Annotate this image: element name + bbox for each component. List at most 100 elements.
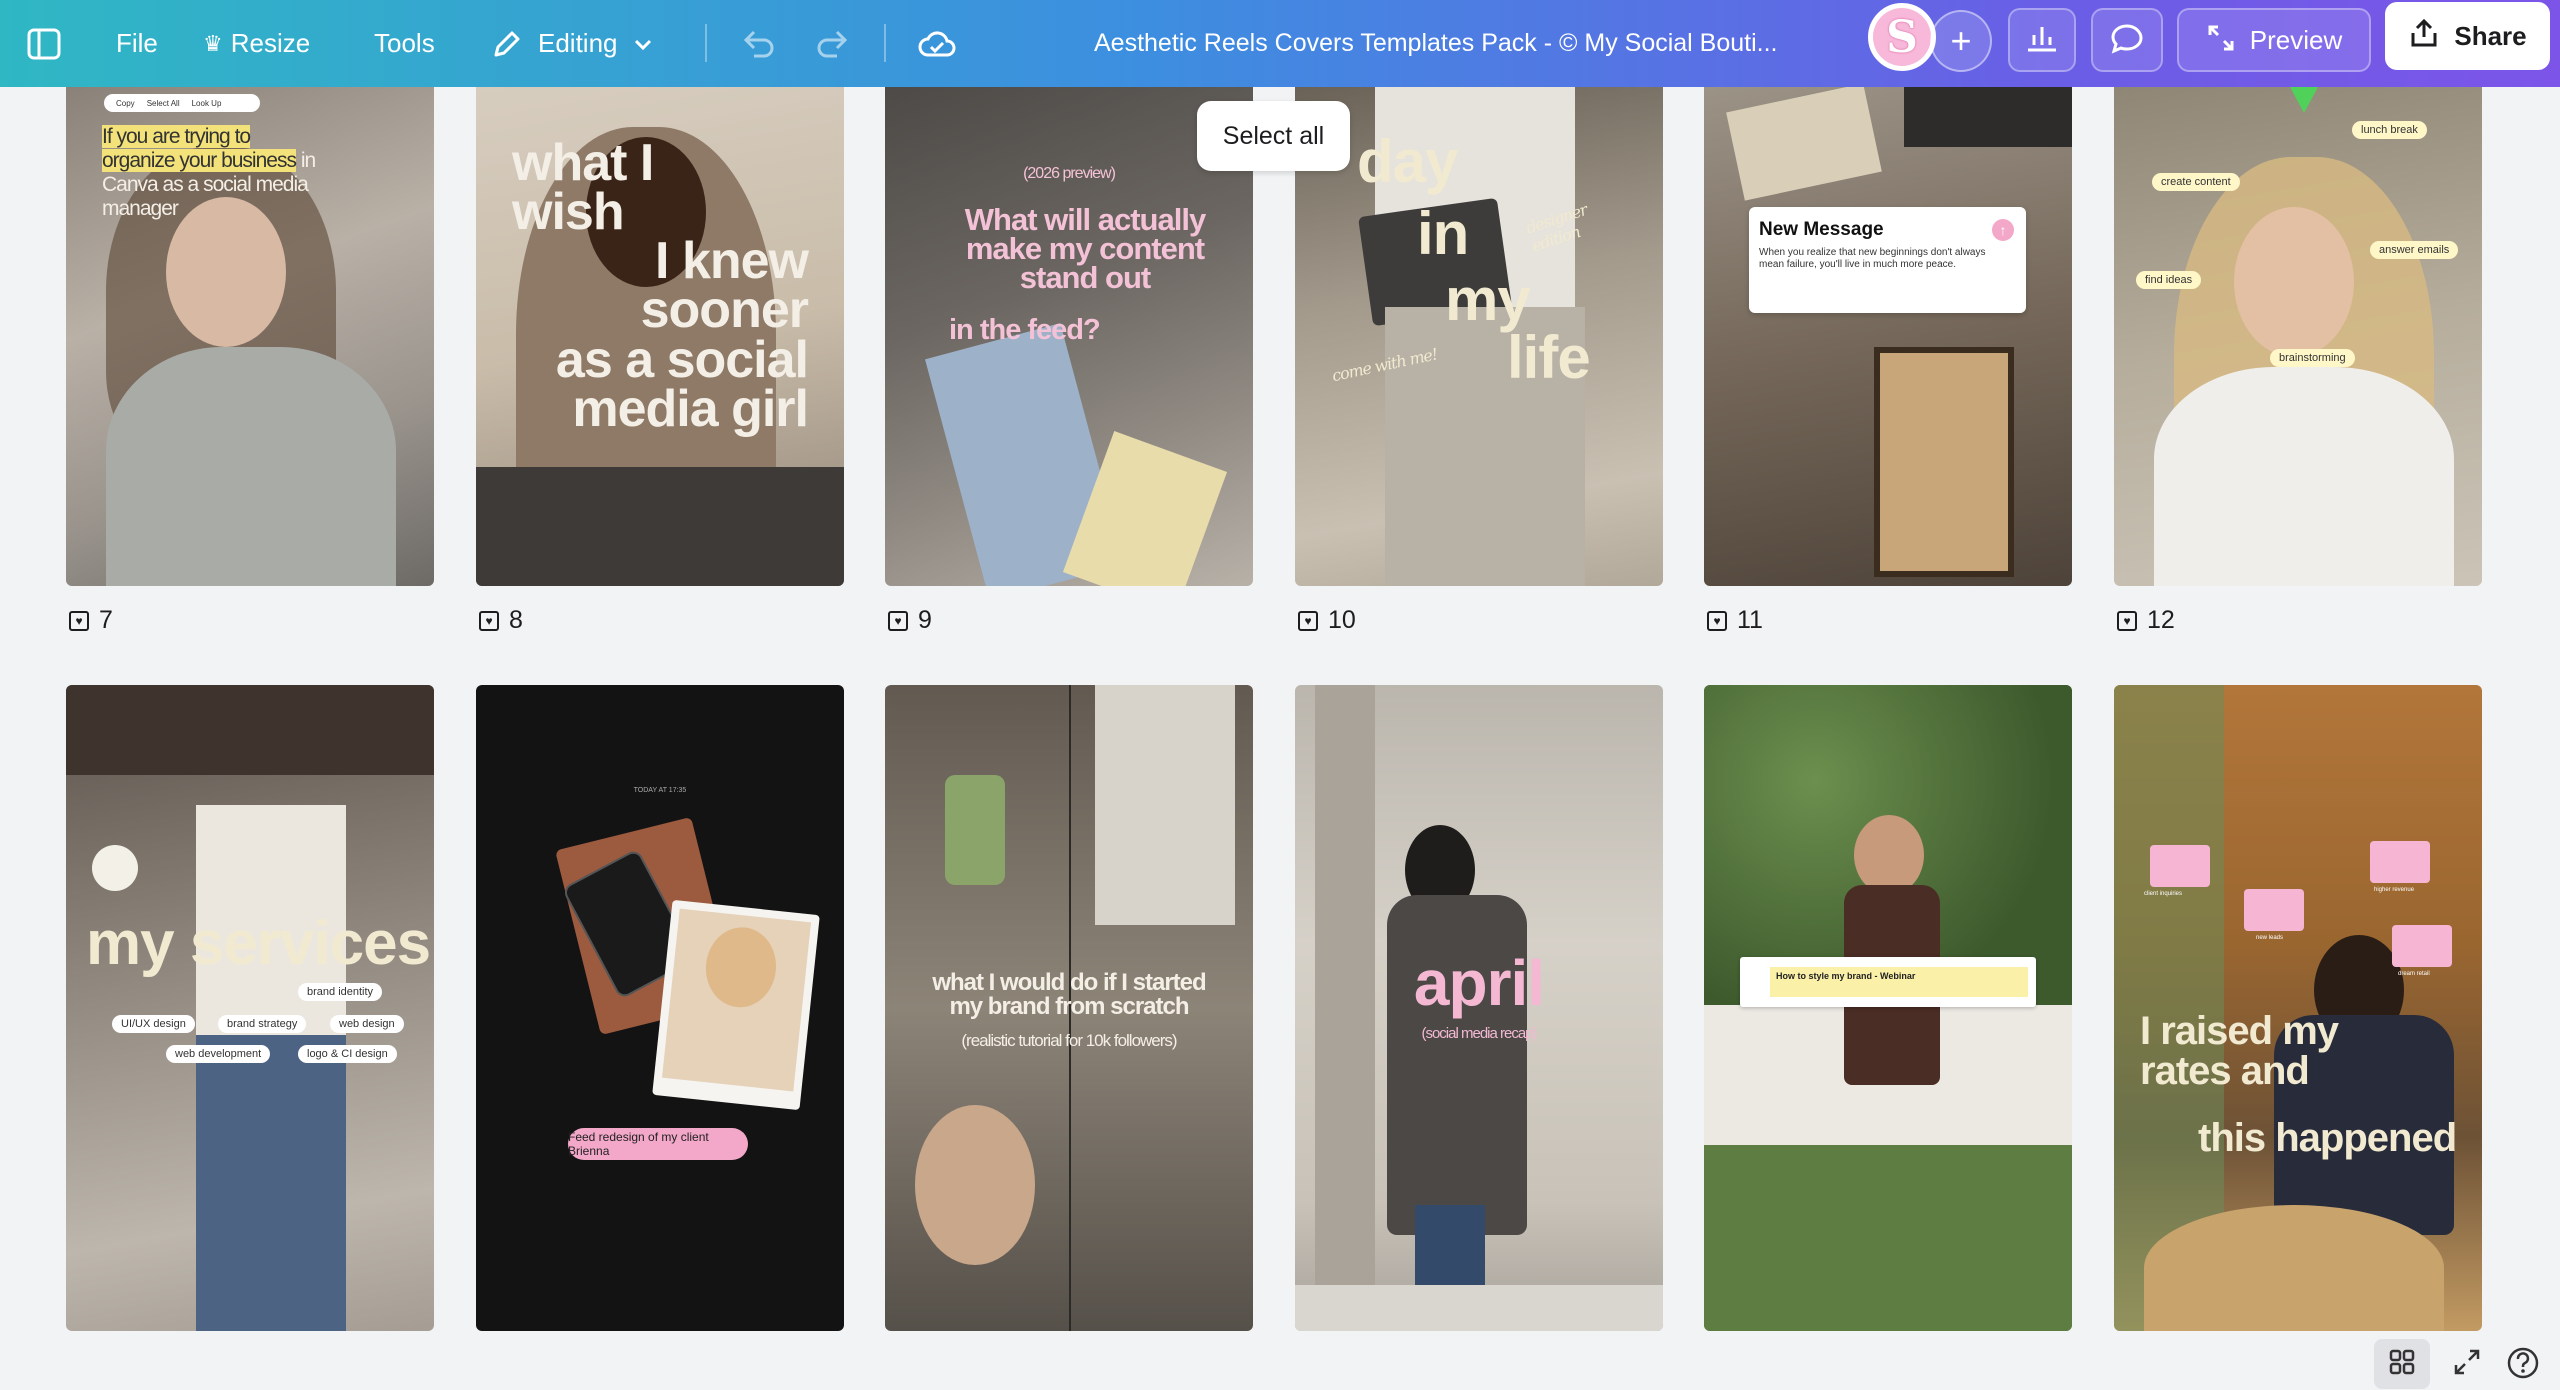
page-label-7: ♥ 7: [69, 606, 113, 635]
photo-face: [1854, 815, 1924, 895]
photo-coat: [1387, 895, 1527, 1235]
add-collaborator-button[interactable]: +: [1930, 10, 1992, 72]
page-label-12: ♥ 12: [2117, 606, 2175, 635]
cover-subtitle: (social media recap): [1421, 1025, 1537, 1042]
page-number: 9: [918, 606, 932, 634]
page-thumbnail-15[interactable]: what I would do if I started my brand fr…: [885, 685, 1253, 1331]
photo-lamp: [92, 845, 138, 891]
line-4: manager: [102, 197, 179, 220]
photo-chair: [1874, 347, 2014, 577]
grid-view-button[interactable]: [2374, 1339, 2430, 1389]
photo-book: [1726, 87, 1882, 201]
pencil-icon: [490, 27, 524, 61]
line-1: what I would do if I started: [932, 969, 1206, 996]
page-thumbnail-14[interactable]: TODAY AT 17:35 Feed redesign of my clien…: [476, 685, 844, 1331]
green-pointer-icon: [2290, 87, 2318, 113]
fullscreen-button[interactable]: [2442, 1339, 2492, 1389]
line-3: Canva as a social media: [102, 173, 309, 196]
cloud-saved-icon[interactable]: [918, 0, 956, 87]
cover-heading-top: what I wish: [512, 137, 654, 242]
preview-button[interactable]: Preview: [2177, 8, 2371, 72]
notification-title: New Message: [1759, 219, 1884, 240]
cover-heading-bottom: I knew sooner as a social media girl: [556, 235, 809, 435]
file-menu[interactable]: File: [116, 0, 158, 87]
cover-heading: what I would do if I started my brand fr…: [885, 971, 1253, 1019]
editor-toolbar: File ♛ Resize Tools Editing Aesthetic Re…: [0, 0, 2560, 87]
sticker-brainstorming: brainstorming: [2270, 349, 2355, 367]
tag-web-design: web design: [330, 1015, 404, 1033]
folder-label: dream retail: [2398, 971, 2430, 977]
highlighted-line-2: organize your business: [102, 149, 297, 172]
page-thumbnail-7[interactable]: Copy Select All Look Up If you are tryin…: [66, 87, 434, 586]
plus-icon: +: [1950, 20, 1972, 61]
page-thumbnail-12[interactable]: lunch break create content answer emails…: [2114, 87, 2482, 586]
document-title[interactable]: Aesthetic Reels Covers Templates Pack - …: [1094, 0, 1778, 87]
page-thumbnail-8[interactable]: what I wish I knew sooner as a social me…: [476, 87, 844, 586]
share-button[interactable]: Share: [2385, 2, 2550, 70]
tag-ui-ux: UI/UX design: [112, 1015, 195, 1033]
resize-button[interactable]: ♛ Resize: [203, 0, 310, 87]
tag-logo-ci: logo & CI design: [298, 1045, 397, 1063]
side-panel-toggle-icon[interactable]: [26, 0, 62, 87]
page-note-icon: ♥: [888, 610, 908, 631]
redo-icon[interactable]: [815, 0, 851, 87]
page-thumbnail-11[interactable]: New Message When you realize that new be…: [1704, 87, 2072, 586]
insights-button[interactable]: [2008, 8, 2076, 72]
page-note-icon: ♥: [2117, 610, 2137, 631]
editing-label: Editing: [538, 28, 618, 58]
word-in: in: [1417, 200, 1469, 267]
page-thumbnail-17[interactable]: How to style my brand - Webinar: [1704, 685, 2072, 1331]
page-thumbnail-13[interactable]: my services brand identity UI/UX design …: [66, 685, 434, 1331]
menu-select-all: Select All: [146, 98, 180, 108]
photo-face: [915, 1105, 1035, 1265]
resize-label: Resize: [230, 28, 311, 58]
cover-heading: What will actually make my content stand…: [935, 204, 1235, 293]
folder-icon: [2392, 925, 2452, 967]
upload-icon: [2408, 17, 2440, 56]
folder-label: client inquiries: [2144, 891, 2183, 897]
photo-table: [2144, 1205, 2444, 1331]
comments-button[interactable]: [2091, 8, 2163, 72]
file-menu-label: File: [116, 28, 158, 58]
menu-look-up: Look Up: [191, 98, 222, 108]
page-number: 8: [509, 606, 523, 634]
page-label-9: ♥ 9: [888, 606, 932, 635]
line-2b: in: [300, 149, 316, 172]
tag-web-development: web development: [166, 1045, 271, 1063]
page-number: 11: [1737, 606, 1763, 634]
photo-shirt: [2154, 367, 2454, 586]
page-thumbnail-18[interactable]: client inquiries higher revenue new lead…: [2114, 685, 2482, 1331]
avatar-letter: S: [1873, 8, 1931, 66]
tools-label: Tools: [374, 28, 435, 58]
tag-brand-identity: brand identity: [298, 983, 383, 1001]
user-avatar[interactable]: S: [1868, 3, 1936, 71]
select-all-button[interactable]: Select all: [1197, 101, 1350, 171]
photo-ceiling: [66, 685, 434, 775]
grid-icon: [2387, 1347, 2417, 1382]
page-label-11: ♥ 11: [1707, 606, 1763, 635]
caption-pill: Feed redesign of my client Brienna: [568, 1128, 748, 1160]
editing-mode-dropdown[interactable]: Editing: [490, 0, 654, 87]
timestamp: TODAY AT 17:35: [633, 787, 687, 794]
notification-badge-icon: ↑: [1992, 219, 2014, 241]
notification-body: When you realize that new beginnings don…: [1759, 247, 1986, 270]
folder-icon: [2244, 889, 2304, 931]
sticker-create-content: create content: [2152, 173, 2240, 191]
sticker-answer-emails: answer emails: [2370, 241, 2459, 259]
page-thumbnail-10[interactable]: day in my life designer edition come wit…: [1295, 87, 1663, 586]
page-note-icon: ♥: [1298, 610, 1318, 631]
undo-icon[interactable]: [740, 0, 776, 87]
page-thumbnail-16[interactable]: april (social media recap): [1295, 685, 1663, 1331]
cover-heading-end: this happened: [2198, 1116, 2457, 1160]
menu-copy: Copy: [116, 98, 135, 108]
folder-label: new leads: [2256, 935, 2284, 941]
line-2: wish: [512, 183, 625, 242]
tools-menu[interactable]: Tools: [374, 0, 435, 87]
photo-polaroid: [652, 899, 820, 1111]
photo-coat: [106, 347, 396, 586]
page-note-icon: ♥: [69, 610, 89, 631]
help-button[interactable]: [2500, 1342, 2546, 1388]
photo-grass: [1704, 1145, 2072, 1331]
tag-brand-strategy: brand strategy: [218, 1015, 307, 1033]
comment-icon: [2110, 22, 2144, 59]
